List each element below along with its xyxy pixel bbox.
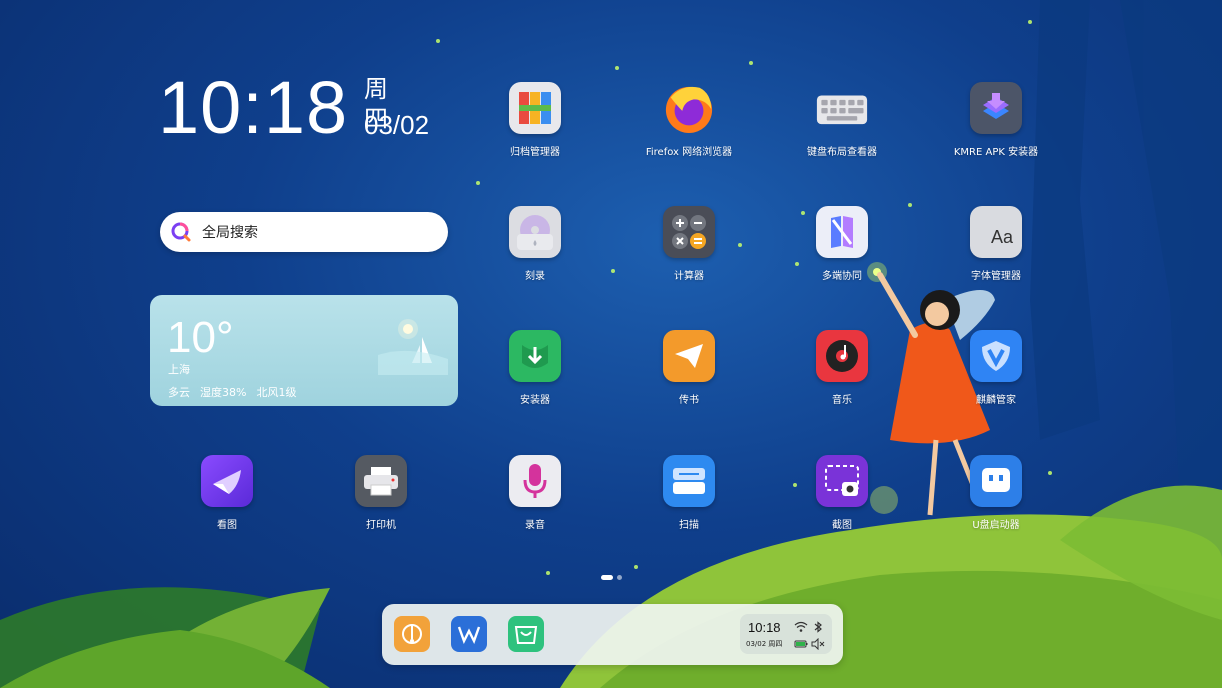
screenshot-icon	[816, 455, 868, 507]
download-icon	[509, 330, 561, 382]
dock: 10:18 03/02 周四	[382, 604, 843, 665]
app-label: 传书	[679, 395, 699, 406]
apk-installer-icon	[970, 82, 1022, 134]
wifi-icon[interactable]	[794, 621, 808, 633]
search-icon	[171, 222, 191, 242]
clock-widget: 10:18 周四 03/02	[158, 66, 429, 149]
app-calculator[interactable]: 计算器	[634, 206, 744, 282]
app-keyboard-layout-viewer[interactable]: 键盘布局查看器	[787, 82, 897, 158]
app-label: U盘启动器	[972, 520, 1020, 531]
multi-device-icon	[816, 206, 868, 258]
app-archive-manager[interactable]: 归档管理器	[480, 82, 590, 158]
clock-time: 10:18	[158, 66, 349, 149]
app-label: 键盘布局查看器	[807, 147, 877, 158]
wps-icon[interactable]	[451, 616, 487, 652]
clock-date: 03/02	[364, 110, 430, 140]
app-label: 归档管理器	[510, 147, 560, 158]
app-music[interactable]: 音乐	[787, 330, 897, 406]
weather-humidity: 湿度38%	[200, 386, 247, 399]
app-image-viewer[interactable]: 看图	[172, 455, 282, 531]
app-label: 截图	[832, 520, 852, 531]
app-label: 音乐	[832, 395, 852, 406]
volume-muted-icon[interactable]	[811, 638, 825, 650]
app-label: 计算器	[674, 271, 704, 282]
app-label: 扫描	[679, 520, 699, 531]
app-label: 字体管理器	[971, 271, 1021, 282]
keyboard-icon	[816, 82, 868, 134]
search-label: 全局搜索	[202, 225, 258, 241]
weather-wind: 北风1级	[256, 386, 297, 399]
app-screenshot[interactable]: 截图	[787, 455, 897, 531]
page-indicator[interactable]	[601, 575, 622, 580]
app-label: 录音	[525, 520, 545, 531]
app-transfer[interactable]: 传书	[634, 330, 744, 406]
page-dot-2[interactable]	[617, 575, 622, 580]
weather-temperature: 10°	[167, 313, 234, 362]
microphone-icon	[509, 455, 561, 507]
weather-condition: 多云	[168, 386, 190, 399]
calculator-icon	[663, 206, 715, 258]
app-label: Firefox 网络浏览器	[645, 147, 733, 158]
page-dot-1[interactable]	[601, 575, 613, 580]
app-label: KMRE APK 安装器	[953, 147, 1039, 158]
store-icon[interactable]	[508, 616, 544, 652]
battery-icon[interactable]	[794, 638, 808, 650]
app-label: 多端协同	[822, 271, 862, 282]
tray-time: 10:18	[748, 620, 781, 635]
app-label: 刻录	[525, 271, 545, 282]
app-recorder[interactable]: 录音	[480, 455, 590, 531]
bluetooth-icon[interactable]	[811, 621, 825, 633]
app-usb-boot[interactable]: U盘启动器	[941, 455, 1051, 531]
system-tray[interactable]: 10:18 03/02 周四	[740, 614, 832, 654]
weather-widget[interactable]: 10° 上海 多云 湿度38% 北风1级	[150, 295, 458, 406]
kylin-center-icon[interactable]	[394, 616, 430, 652]
app-scanner[interactable]: 扫描	[634, 455, 744, 531]
image-viewer-icon	[201, 455, 253, 507]
app-kylin-manager[interactable]: 麒麟管家	[941, 330, 1051, 406]
app-label: 麒麟管家	[976, 395, 1016, 406]
firefox-icon	[663, 82, 715, 134]
app-label: 安装器	[520, 395, 550, 406]
tray-date: 03/02 周四	[746, 640, 783, 648]
app-installer[interactable]: 安装器	[480, 330, 590, 406]
music-icon	[816, 330, 868, 382]
app-printer[interactable]: 打印机	[326, 455, 436, 531]
global-search-bar[interactable]: 全局搜索	[160, 212, 448, 252]
app-label: 打印机	[366, 520, 396, 531]
app-label: 看图	[217, 520, 237, 531]
app-multi-device[interactable]: 多端协同	[787, 206, 897, 282]
paper-plane-icon	[663, 330, 715, 382]
sailboat-icon	[378, 319, 448, 375]
weather-city: 上海	[168, 363, 190, 376]
disc-icon	[509, 206, 561, 258]
font-icon: Aa	[970, 206, 1022, 258]
shield-icon	[970, 330, 1022, 382]
app-burner[interactable]: 刻录	[480, 206, 590, 282]
app-font-manager[interactable]: Aa 字体管理器	[941, 206, 1051, 282]
app-firefox[interactable]: Firefox 网络浏览器	[634, 82, 744, 158]
printer-icon	[355, 455, 407, 507]
app-kmre-apk-installer[interactable]: KMRE APK 安装器	[941, 82, 1051, 158]
archive-icon	[509, 82, 561, 134]
scanner-icon	[663, 455, 715, 507]
usb-icon	[970, 455, 1022, 507]
